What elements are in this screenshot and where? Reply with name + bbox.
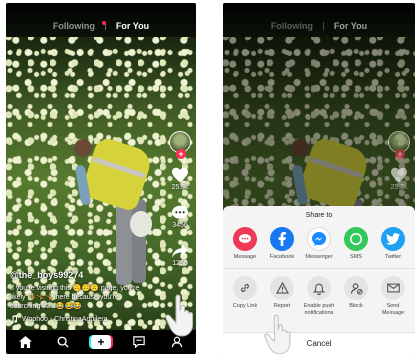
share-actions-row: Copy Link Report Enable push notificatio…: [223, 269, 415, 316]
link-icon: [240, 283, 250, 293]
pointing-hand-icon: [264, 314, 291, 354]
warning-icon: [275, 282, 289, 294]
tab-following[interactable]: Following: [271, 21, 313, 31]
live-indicator-dot: [102, 21, 106, 25]
share-count: 1256: [172, 260, 188, 267]
share-target-messenger[interactable]: Messenger: [303, 227, 335, 260]
facebook-icon: [278, 232, 286, 246]
messenger-icon: [312, 232, 326, 246]
tab-for-you[interactable]: For You: [334, 21, 367, 31]
share-sheet-title: Share to: [305, 212, 333, 219]
creator-avatar[interactable]: +: [388, 131, 410, 159]
tab-for-you[interactable]: For You: [116, 21, 149, 31]
heart-icon: [172, 167, 188, 183]
comment-count: 3456: [172, 222, 188, 229]
nav-discover[interactable]: [53, 334, 73, 350]
home-icon: [18, 336, 32, 348]
share-targets-row: Message Facebook Messenger SMS Twitter: [223, 219, 415, 260]
share-target-twitter[interactable]: Twitter: [377, 227, 409, 260]
caption-line-3: searching #21 😂😂😂: [10, 303, 83, 310]
enable-push-notifications-button[interactable]: Enable push notifications: [303, 276, 335, 316]
nav-inbox[interactable]: [129, 334, 149, 350]
comment-icon: [172, 205, 188, 219]
action-rail: + 25.3k: [387, 131, 411, 191]
action-rail: + 25.3k 3456 1256: [168, 131, 192, 267]
search-icon: [57, 336, 69, 348]
report-button[interactable]: Report: [266, 276, 298, 316]
bell-icon: [313, 283, 325, 295]
share-target-facebook[interactable]: Facebook: [266, 227, 298, 260]
video-caption: @the_boys99274 If you're visiting this 🙃…: [10, 270, 160, 324]
send-message-button[interactable]: Send Message: [377, 276, 409, 316]
tutorial-figure: Following For You + 25.3k 3456 1256 @the…: [0, 0, 415, 357]
block-user-icon: [350, 282, 363, 295]
block-button[interactable]: Block: [340, 276, 372, 316]
tab-following[interactable]: Following: [53, 21, 95, 31]
twitter-icon: [386, 233, 400, 245]
inbox-icon: [133, 336, 145, 348]
like-button[interactable]: 25.3k: [390, 167, 408, 191]
message-icon: [239, 234, 251, 243]
music-row[interactable]: Woohoo - ChristinaAguilera: [10, 315, 160, 324]
music-note-icon: [10, 315, 18, 324]
creator-avatar[interactable]: +: [169, 131, 191, 159]
music-title: Woohoo - ChristinaAguilera: [22, 316, 108, 323]
share-target-message[interactable]: Message: [229, 227, 261, 260]
heart-icon: [391, 167, 407, 183]
share-target-sms[interactable]: SMS: [340, 227, 372, 260]
worker-figure: [68, 135, 158, 285]
like-count: 25.3k: [390, 184, 408, 191]
phone-screen-feed: Following For You + 25.3k 3456 1256 @the…: [6, 3, 196, 354]
share-arrow-icon: [172, 244, 188, 258]
caption-line-1: If you're visiting this 🙃🙃🙃 page, you're: [10, 285, 140, 292]
sms-icon: [350, 233, 362, 245]
like-button[interactable]: 25.3k: [171, 167, 189, 191]
envelope-icon: [386, 283, 400, 293]
share-button[interactable]: 1256: [171, 243, 189, 267]
feed-tabs: Following For You: [6, 21, 196, 31]
nav-create[interactable]: +: [91, 334, 111, 350]
creator-handle[interactable]: @the_boys99274: [10, 270, 160, 280]
follow-plus-icon[interactable]: +: [395, 149, 405, 159]
copy-link-button[interactable]: Copy Link: [229, 276, 261, 316]
comment-button[interactable]: 3456: [171, 205, 189, 229]
profile-icon: [171, 336, 183, 348]
create-plus-icon: +: [91, 335, 111, 349]
phone-screen-share-sheet: Following For You + 25.3k Share to Messa…: [223, 3, 415, 354]
caption-line-2: likely 🤸🤸🤸 here because you're: [10, 294, 119, 301]
like-count: 25.3k: [171, 184, 189, 191]
pointing-hand-icon: [165, 294, 193, 337]
nav-home[interactable]: [15, 334, 35, 350]
share-sheet: Share to Message Facebook Messenger SMS …: [223, 206, 415, 354]
cancel-button[interactable]: Cancel: [223, 332, 415, 354]
feed-tabs: Following For You: [223, 21, 415, 31]
follow-plus-icon[interactable]: +: [176, 149, 186, 159]
